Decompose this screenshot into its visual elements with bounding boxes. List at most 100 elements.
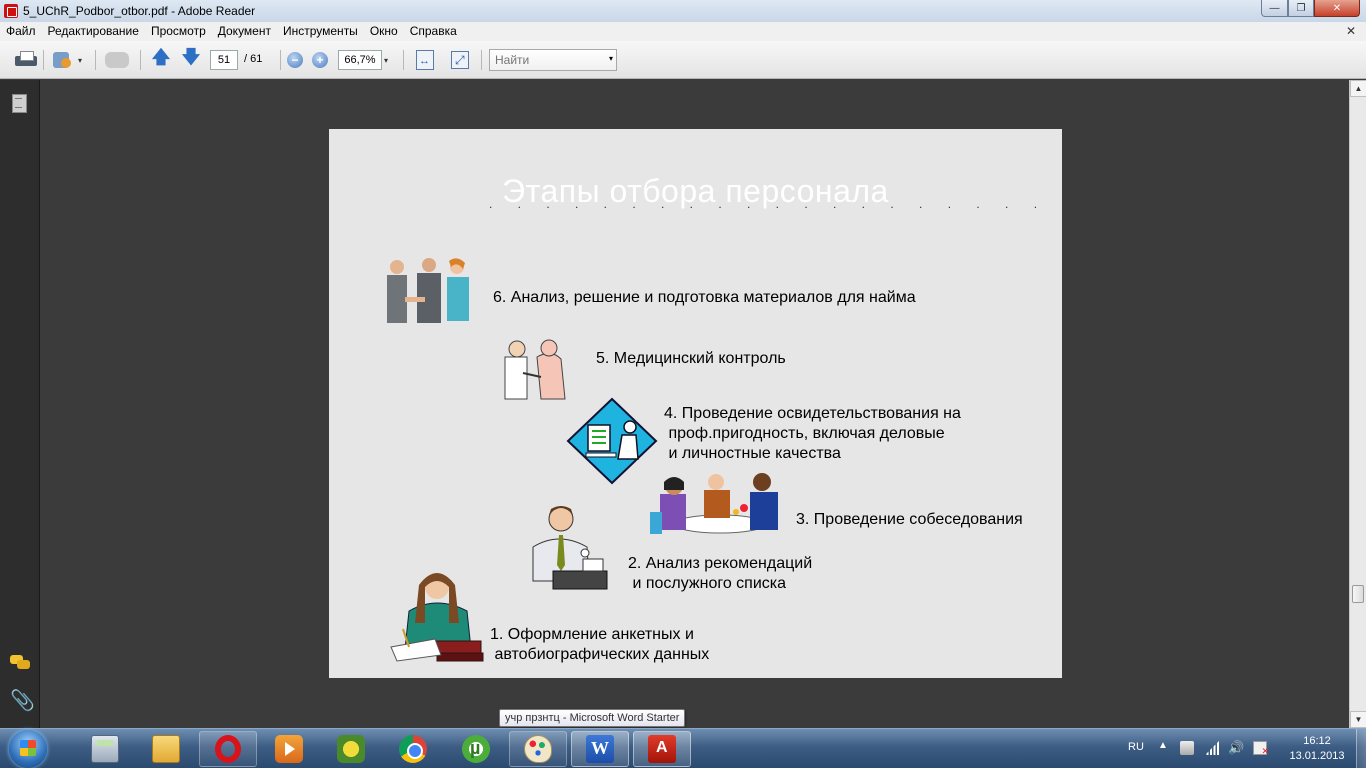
toolbar-separator [280,50,281,70]
computer-testing-clipart [566,397,658,485]
chrome-icon [399,735,427,763]
menu-help[interactable]: Справка [404,22,463,41]
scroll-thumb[interactable] [1352,585,1364,603]
step-3: 3. Проведение собеседования [796,510,1023,530]
comment-icon [105,50,129,70]
typewriter-clerk-clipart [532,506,608,590]
taskbar-tooltip: учр прзнтц - Microsoft Word Starter [499,709,686,727]
start-button[interactable] [4,730,54,768]
windows-logo-icon [9,730,47,768]
step-1-line-1: 1. Оформление анкетных и [490,626,694,643]
title-bar: 5_UChR_Podbor_otbor.pdf - Adobe Reader —… [0,0,1366,22]
taskbar-word[interactable] [571,731,629,767]
taskbar-chrome[interactable] [384,731,442,767]
handshake-clipart [387,258,469,323]
next-page-button[interactable]: 🡇 [181,47,201,70]
close-document-icon[interactable]: ✕ [1346,24,1356,38]
toolbar-separator [481,50,482,70]
step-4-line-1: 4. Проведение освидетельствования на [664,405,961,422]
window-title: 5_UChR_Podbor_otbor.pdf - Adobe Reader [23,4,256,18]
find-box[interactable]: ▾ [489,49,617,71]
interview-meeting-clipart [650,473,778,534]
document-view[interactable]: Этапы отбора персонала . . . . . . . . .… [41,80,1349,728]
maximize-button[interactable]: ❐ [1288,0,1314,17]
taskbar-explorer[interactable] [137,731,195,767]
folder-icon [152,735,180,763]
step-2-line-1: 2. Анализ рекомендаций [628,555,813,572]
step-2-line-2: и послужного списка [628,575,787,592]
volume-icon[interactable]: 🔊 [1228,741,1244,755]
toolbar-separator [140,50,141,70]
zoom-out-button[interactable]: − [287,52,303,68]
attachments-panel-icon[interactable]: 📎 [10,691,35,711]
taskbar-robot-app[interactable] [322,731,380,767]
action-center-flag-icon[interactable] [1253,741,1269,757]
toolbar-separator [95,50,96,70]
step-2: 2. Анализ рекомендаций и послужного спис… [628,554,812,594]
media-player-icon [275,735,303,763]
previous-page-button[interactable]: 🡅 [151,47,171,70]
taskbar: RU ▲ 🔊 16:12 13.01.2013 [0,728,1366,768]
opera-icon [215,735,241,763]
step-6-line-1: 6. Анализ, решение и подготовка материал… [493,289,916,306]
close-button[interactable]: ✕ [1314,0,1360,17]
show-desktop-button[interactable] [1356,729,1366,768]
zoom-in-button[interactable]: + [312,52,328,68]
find-input[interactable] [490,50,600,70]
fit-page-icon[interactable] [451,51,469,69]
taskbar-utorrent[interactable] [447,731,505,767]
language-indicator[interactable]: RU [1128,741,1144,753]
clock-date: 13.01.2013 [1289,750,1345,762]
network-signal-icon[interactable] [1205,741,1219,755]
menu-document[interactable]: Документ [212,22,277,41]
scroll-down-button[interactable]: ▼ [1350,711,1366,728]
pdf-page: Этапы отбора персонала . . . . . . . . .… [329,129,1062,678]
page-number-input[interactable]: 51 [210,50,238,70]
zoom-dropdown-icon[interactable]: ▾ [384,56,388,65]
paint-palette-icon [524,735,552,763]
share-dropdown-icon[interactable]: ▾ [78,56,82,65]
step-4-line-2: проф.пригодность, включая деловые [664,425,945,442]
taskbar-adobe-reader[interactable] [633,731,691,767]
scroll-up-button[interactable]: ▲ [1350,80,1366,97]
safely-remove-hardware-icon[interactable] [1180,741,1194,755]
vertical-scrollbar[interactable]: ▲ ▼ [1349,80,1366,728]
step-6: 6. Анализ, решение и подготовка материал… [493,288,916,308]
minimize-button[interactable]: — [1261,0,1288,17]
zoom-level-input[interactable]: 66,7% [338,50,382,70]
adobe-reader-icon [648,735,676,763]
system-clock[interactable]: 16:12 13.01.2013 [1282,734,1352,764]
step-5: 5. Медицинский контроль [596,349,786,369]
taskbar-media-player[interactable] [260,731,318,767]
page-total-label: / 61 [244,53,263,65]
calculator-icon [91,735,119,763]
find-dropdown-icon[interactable]: ▾ [609,54,613,63]
window-controls: — ❐ ✕ [1261,0,1360,17]
menu-view[interactable]: Просмотр [145,22,212,41]
menu-file[interactable]: Файл [0,22,42,41]
comments-panel-icon[interactable] [10,653,30,671]
step-5-line-1: 5. Медицинский контроль [596,350,786,367]
taskbar-paint[interactable] [509,731,567,767]
toolbar: ▾ 🡅 🡇 − + ▾ [0,41,1366,79]
pages-panel-icon[interactable] [10,94,28,113]
step-3-line-1: 3. Проведение собеседования [796,511,1023,528]
taskbar-calculator[interactable] [76,731,134,767]
acrobat-app-icon [4,4,18,18]
utorrent-icon [462,735,490,763]
printer-icon[interactable] [15,51,37,69]
step-4-line-3: и личностные качества [664,445,841,462]
show-hidden-icons-icon[interactable]: ▲ [1158,740,1168,751]
menu-edit[interactable]: Редактирование [42,22,145,41]
word-icon [586,735,614,763]
menu-window[interactable]: Окно [364,22,404,41]
menu-tools[interactable]: Инструменты [277,22,364,41]
clock-time: 16:12 [1303,735,1331,747]
form-filling-clipart [390,573,484,662]
step-1: 1. Оформление анкетных и автобиографичес… [490,625,709,665]
share-icon[interactable] [51,50,73,70]
robot-app-icon [337,735,365,763]
step-4: 4. Проведение освидетельствования на про… [664,404,961,464]
taskbar-opera[interactable] [199,731,257,767]
fit-width-icon[interactable] [416,50,434,70]
